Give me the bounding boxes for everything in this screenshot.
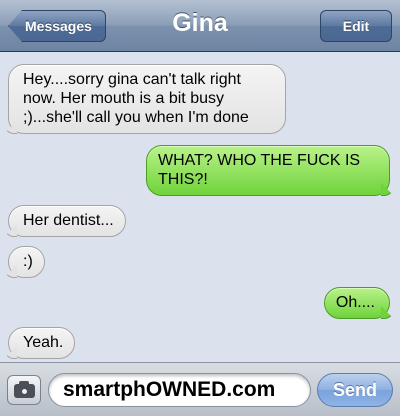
edit-button[interactable]: Edit: [320, 10, 392, 42]
message-bubble-outgoing: WHAT? WHO THE FUCK IS THIS?!: [146, 145, 390, 196]
message-bubble-outgoing: Oh....: [323, 287, 390, 319]
send-button[interactable]: Send: [317, 373, 393, 407]
camera-button[interactable]: [7, 375, 41, 405]
message-bubble-incoming: Her dentist...: [8, 205, 126, 237]
message-bubble-incoming: Hey....sorry gina can't talk right now. …: [8, 64, 286, 134]
compose-bar: smartphOWNED.com Send: [0, 362, 400, 416]
message-input[interactable]: smartphOWNED.com: [48, 373, 311, 407]
message-bubble-incoming: :): [8, 246, 45, 278]
message-thread: Hey....sorry gina can't talk right now. …: [0, 53, 400, 361]
navigation-bar: Messages Gina Edit: [0, 0, 400, 52]
message-bubble-incoming: Yeah.: [8, 327, 76, 359]
